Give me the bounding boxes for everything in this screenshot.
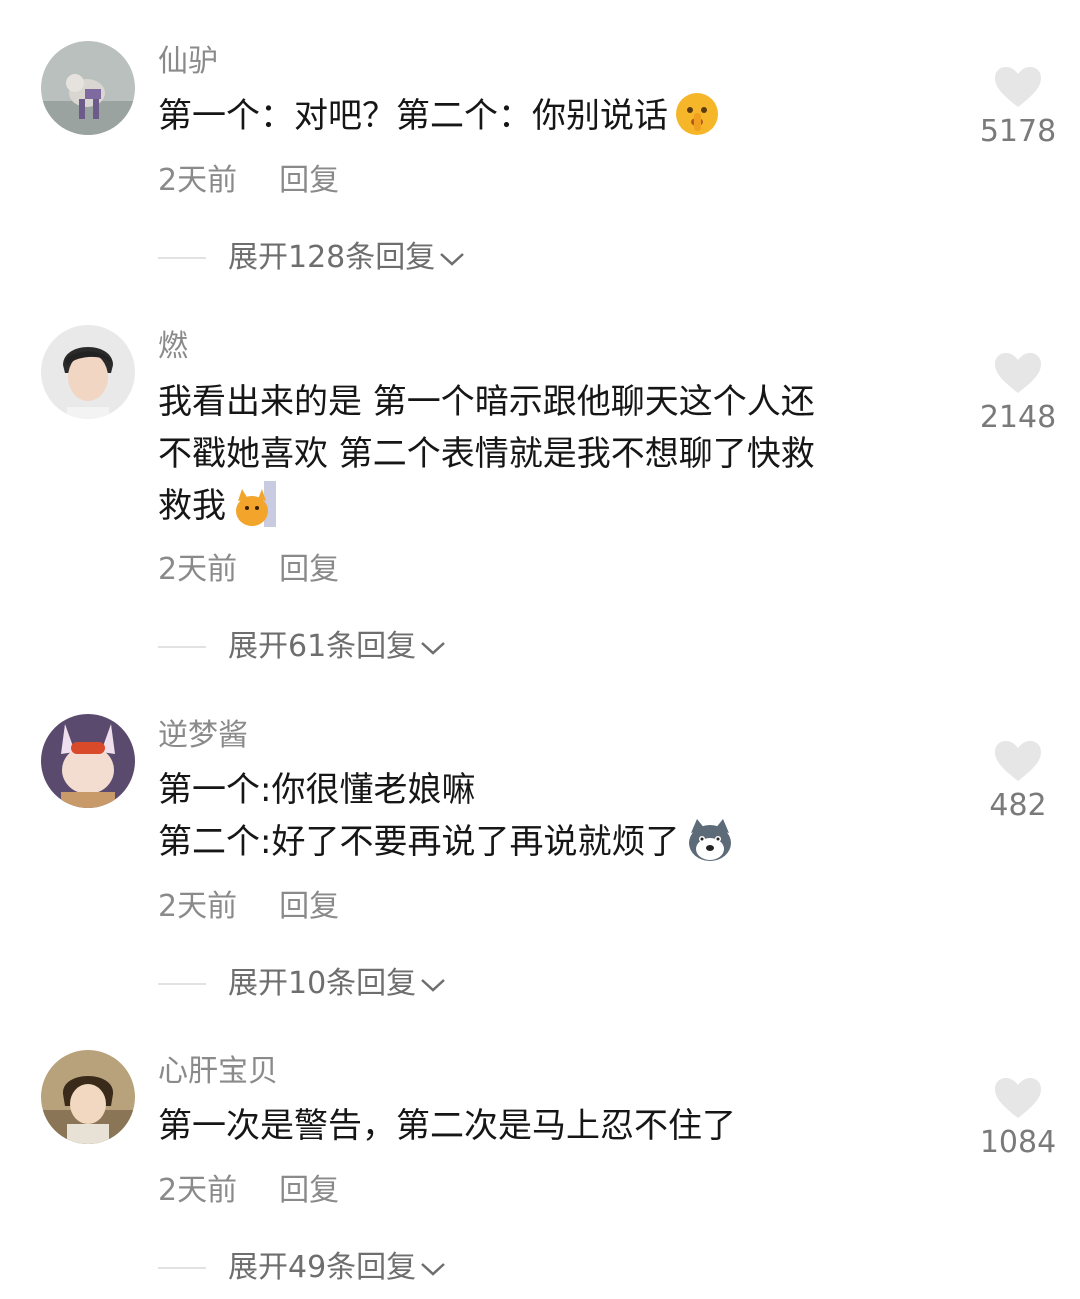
comment-item: 心肝宝贝 第一次是警告，第二次是马上忍不住了 2天前 回复 展开49条回复 108… — [0, 0, 1080, 1299]
expand-replies-label: 展开49条回复 — [228, 1250, 417, 1285]
comment-meta: 2天前 回复 — [158, 1171, 339, 1211]
comment-line: 第一次是警告，第二次是马上忍不住了 — [158, 1106, 736, 1146]
chevron-down-icon — [420, 1248, 446, 1288]
avatar[interactable] — [41, 1050, 135, 1144]
like-count: 1084 — [979, 1125, 1057, 1160]
comment-username[interactable]: 心肝宝贝 — [158, 1052, 278, 1092]
like-button[interactable]: 1084 — [970, 1077, 1066, 1161]
comment-time: 2天前 — [158, 1173, 238, 1208]
expand-replies-button[interactable]: 展开49条回复 — [158, 1248, 446, 1288]
comment-text: 第一次是警告，第二次是马上忍不住了 — [158, 1100, 928, 1152]
reply-button[interactable]: 回复 — [279, 1173, 339, 1208]
heart-icon — [970, 1077, 1066, 1119]
divider — [158, 1267, 206, 1269]
